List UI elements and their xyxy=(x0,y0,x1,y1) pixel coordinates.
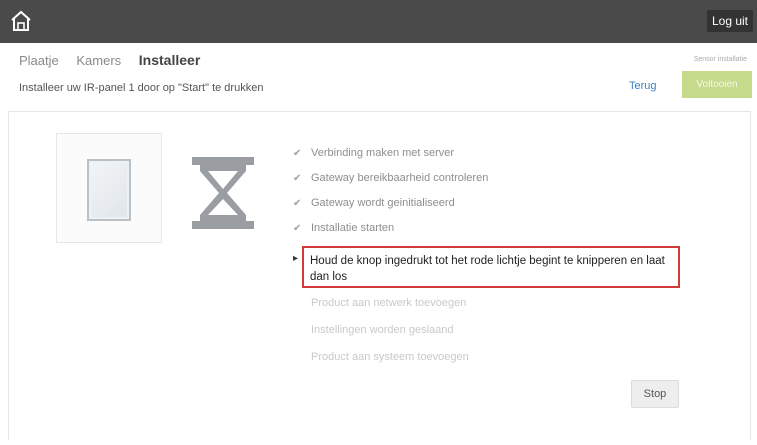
logout-button[interactable]: Log uit xyxy=(706,10,753,32)
instruction-text: Installeer uw IR-panel 1 door op "Start"… xyxy=(19,82,264,94)
pending-step-item: Product aan netwerk toevoegen xyxy=(311,297,467,309)
step-item: ✔ Gateway bereikbaarheid controleren xyxy=(293,166,693,191)
hourglass-icon xyxy=(192,157,254,229)
top-bar: Log uit xyxy=(0,0,757,43)
device-image-frame xyxy=(56,133,162,243)
pending-steps-list: Product aan netwerk toevoegen Instelling… xyxy=(311,293,469,374)
breadcrumb-item-installeer: Installeer xyxy=(138,52,201,68)
current-step-highlight: Houd de knop ingedrukt tot het rode lich… xyxy=(302,246,680,288)
sub-label: Sensor installatie xyxy=(693,56,747,63)
current-step-arrow-icon: ▸ xyxy=(293,253,299,264)
checkmark-icon: ✔ xyxy=(293,148,302,159)
breadcrumb-item-kamers[interactable]: Kamers xyxy=(76,53,121,68)
step-label: Installatie starten xyxy=(311,222,395,234)
completed-steps-list: ✔ Verbinding maken met server ✔ Gateway … xyxy=(293,141,693,241)
home-icon[interactable] xyxy=(10,10,32,32)
step-label: Gateway wordt geinitialiseerd xyxy=(311,197,455,209)
ir-panel-image xyxy=(87,159,131,221)
checkmark-icon: ✔ xyxy=(293,198,302,209)
step-item: ✔ Verbinding maken met server xyxy=(293,141,693,166)
stop-button[interactable]: Stop xyxy=(631,380,679,408)
breadcrumb: Plaatje Kamers Installeer xyxy=(19,52,214,68)
checkmark-icon: ✔ xyxy=(293,223,302,234)
pending-step-item: Instellingen worden geslaand xyxy=(311,324,454,336)
step-item: ✔ Gateway wordt geinitialiseerd xyxy=(293,191,693,216)
pending-step-item: Product aan systeem toevoegen xyxy=(311,351,469,363)
breadcrumb-item-plaatje[interactable]: Plaatje xyxy=(19,53,59,68)
step-label: Gateway bereikbaarheid controleren xyxy=(311,172,489,184)
back-link[interactable]: Terug xyxy=(629,80,657,92)
checkmark-icon: ✔ xyxy=(293,173,302,184)
step-item: ✔ Installatie starten xyxy=(293,216,693,241)
finish-button[interactable]: Voltooien xyxy=(682,71,752,98)
step-label: Verbinding maken met server xyxy=(311,147,455,159)
